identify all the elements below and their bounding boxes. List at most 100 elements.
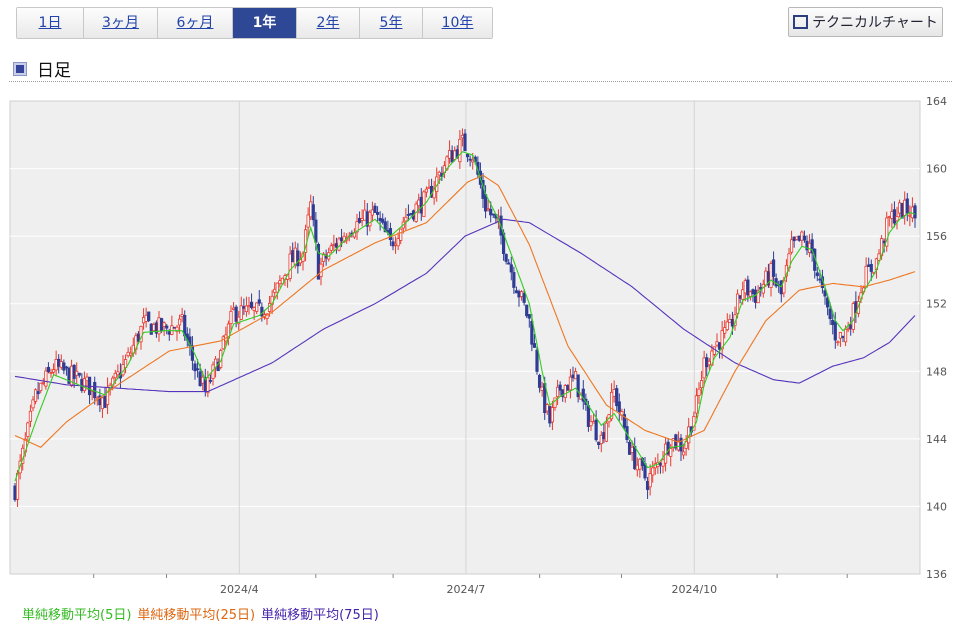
candle-body [838,332,843,339]
candle-body [512,272,516,288]
candle-body [26,422,30,437]
candle-body [591,421,596,424]
candle-body [563,385,567,398]
candle-body [851,303,855,330]
candle-body [537,374,542,388]
candle-body [823,290,827,297]
candle-body [764,270,768,286]
tab-2y[interactable]: 2年 [297,8,360,38]
candle-body [548,406,552,424]
candle-body [64,366,69,369]
candle-body [648,473,652,488]
candle-body [152,323,156,332]
candle-body [165,325,169,329]
candle-body [514,290,519,294]
candle-body [195,368,200,371]
candle-body [13,485,17,501]
candle-body [337,238,341,251]
candle-body [617,401,621,412]
candle-body [450,150,454,163]
candle-body [669,448,673,457]
candle-body [149,323,153,335]
candle-body [525,304,529,317]
tab-6m[interactable]: 6ヶ月 [158,8,233,38]
candle-body [46,366,51,372]
candle-body [201,376,205,384]
candle-body [159,318,164,331]
candle-body [275,282,279,293]
candle-body [615,388,619,407]
candle-body [571,374,575,379]
candle-body [483,194,488,212]
candle-body [453,150,457,160]
candle-body [831,319,835,326]
y-tick-label: 136 [926,568,947,581]
candle-body [373,205,377,213]
candle-body [257,299,261,304]
candle-body [895,216,899,222]
candle-body [465,153,470,158]
candle-body [627,441,632,455]
candle-body [725,321,729,331]
candle-body [828,308,832,320]
candle-body [527,314,531,319]
candle-body [707,360,711,366]
candle-body [751,289,755,295]
candle-body [167,331,171,335]
candle-body [802,235,807,241]
candle-body [522,293,526,303]
candle-body [795,236,799,240]
candle-body [602,432,606,440]
candle-body [170,325,174,335]
divider [9,81,952,82]
candle-body [697,388,701,396]
tab-3m[interactable]: 3ヶ月 [84,8,158,38]
tab-10y[interactable]: 10年 [423,8,492,38]
y-tick-label: 156 [926,230,947,243]
tab-5y[interactable]: 5年 [360,8,423,38]
period-tabs: 1日 3ヶ月 6ヶ月 1年 2年 5年 10年 [16,7,493,39]
candle-body [589,421,593,427]
technical-chart-button[interactable]: テクニカルチャート [788,7,943,37]
candle-body [769,263,773,288]
candle-body [658,463,663,466]
candle-body [661,459,665,467]
candle-body [486,208,490,211]
candle-body [843,328,848,343]
candle-body [80,379,84,391]
candle-body [31,399,35,409]
candle-body [180,314,184,317]
candle-body [771,259,776,277]
candle-body [28,410,33,422]
candle-body [468,158,472,161]
candle-body [651,467,655,476]
candle-body [553,397,557,408]
plot-area [9,100,921,575]
candle-body [635,464,639,471]
candle-body [162,322,166,327]
candle-body [864,265,868,288]
tab-1d[interactable]: 1日 [17,8,84,38]
candle-body [72,364,76,379]
candle-body [597,441,601,445]
candle-body [288,253,292,279]
candle-body [249,301,254,308]
candle-body [49,372,53,374]
legend-ma5: 単純移動平均(5日) [22,608,132,623]
candle-body [51,369,56,373]
candle-body [471,159,475,163]
candle-body [100,397,105,410]
candlestick-chart: 164 160 156 152 148 144 140 136 2024/4 2024/7 2024… [9,95,947,596]
candle-body [147,311,151,322]
y-tick-label: 144 [926,433,947,446]
candle-body [172,326,177,329]
candle-body [463,133,467,152]
legend-ma25: 単純移動平均(25日) [137,608,256,623]
candle-body [738,295,742,299]
tab-1y[interactable]: 1年 [233,8,297,38]
candle-body [54,359,58,371]
candle-body [530,321,534,345]
candle-body [339,237,344,241]
candle-body [419,196,423,214]
candle-body [905,198,909,214]
